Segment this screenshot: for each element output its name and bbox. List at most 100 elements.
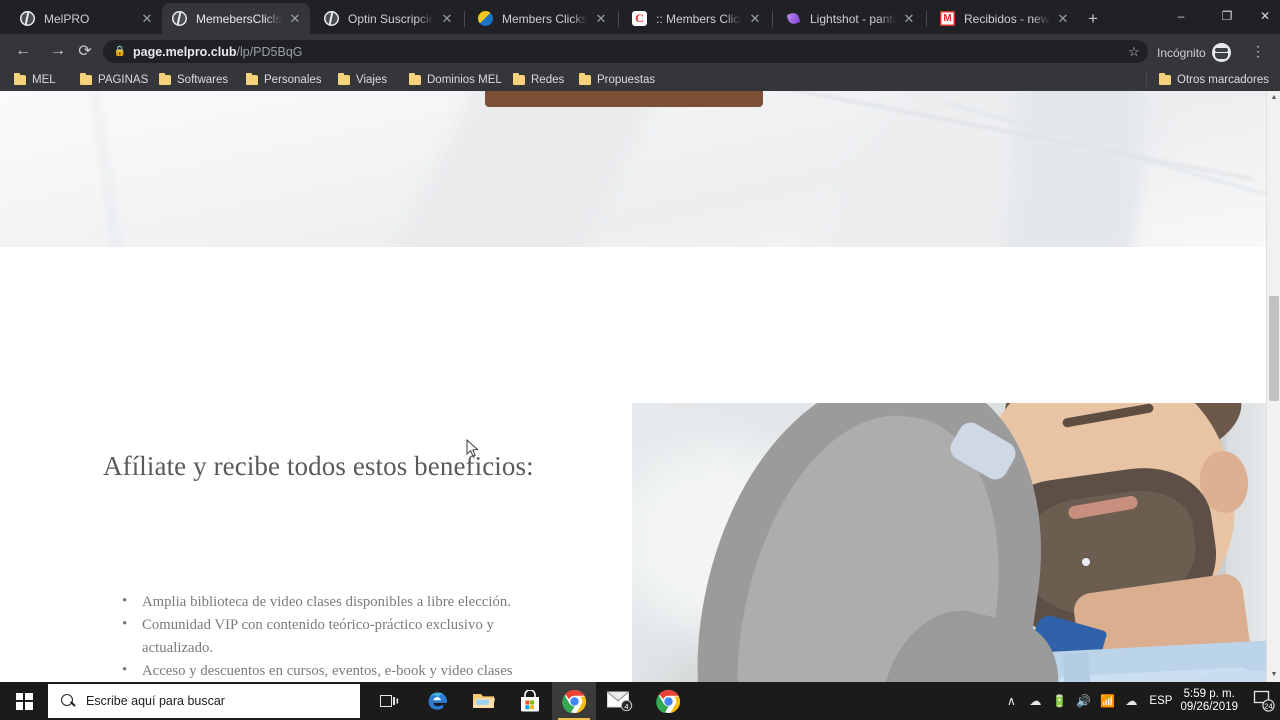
hero-cta-button[interactable] (485, 91, 763, 107)
browser-menu-icon[interactable]: ⋮ (1251, 42, 1265, 60)
tab-strip: MelPRO ✕ MemebersClicls ✕ Optin Suscripc… (0, 0, 1280, 34)
cloud-sync-icon[interactable]: ☁ (1119, 694, 1143, 708)
tab-title: Recibidos - news@ (964, 11, 1050, 26)
start-button[interactable] (0, 682, 48, 720)
bookmark-dominios-mel[interactable]: Dominios MEL (405, 71, 506, 89)
bookmark-label: Softwares (177, 74, 229, 86)
folder-icon (579, 73, 591, 85)
browser-tab-members-clicks[interactable]: Members Clicks | A ✕ (468, 3, 616, 34)
language-indicator[interactable]: ESP (1149, 695, 1172, 707)
task-view-icon (380, 695, 399, 707)
volume-icon[interactable]: 🔊 (1071, 694, 1095, 708)
window-minimize-button[interactable]: – (1158, 0, 1204, 32)
bookmark-propuestas[interactable]: Propuestas (575, 71, 659, 89)
tray-chevron-icon[interactable]: ∧ (999, 694, 1023, 708)
folder-icon (246, 73, 258, 85)
forward-button[interactable]: → (45, 38, 71, 64)
tab-close-icon[interactable]: ✕ (138, 10, 156, 28)
browser-tab-recibidos[interactable]: Recibidos - news@ ✕ (930, 3, 1078, 34)
globe-icon (324, 10, 340, 27)
bookmark-softwares[interactable]: Softwares (155, 71, 232, 89)
edge-button[interactable] (416, 682, 460, 720)
tab-close-icon[interactable]: ✕ (900, 10, 918, 28)
globe-icon (172, 10, 188, 27)
taskbar-clock[interactable]: 5:59 p. m. 09/26/2019 (1180, 688, 1238, 714)
browser-tab-optin-suscripcion[interactable]: Optin Suscripción ✕ (314, 3, 462, 34)
task-view-button[interactable] (368, 682, 412, 720)
tab-close-icon[interactable]: ✕ (592, 10, 610, 28)
tab-separator (464, 11, 465, 27)
other-bookmarks-label: Otros marcadores (1177, 74, 1270, 86)
browser-tab-melpro[interactable]: MelPRO ✕ (10, 3, 162, 34)
benefits-list: Amplia biblioteca de video clases dispon… (122, 590, 522, 682)
folder-icon (338, 73, 350, 85)
tab-title: MelPRO (44, 11, 90, 26)
battery-icon[interactable]: 🔋 (1047, 694, 1071, 708)
action-center-button[interactable]: 24 (1248, 690, 1280, 712)
lock-icon: 🔒 (113, 46, 127, 57)
browser-tab-lightshot[interactable]: Lightshot - pantal ✕ (776, 3, 924, 34)
tab-title: Lightshot - pantal (810, 11, 896, 26)
browser-toolbar: ← → ⟳ 🔒 page.melpro.club/lp/PD5BqG ☆ Inc… (0, 34, 1280, 68)
chrome-icon (655, 689, 680, 713)
incognito-spy-icon (1211, 43, 1231, 62)
other-bookmarks-button[interactable]: Otros marcadores (1155, 71, 1273, 89)
chrome-button[interactable] (552, 682, 596, 720)
folder-icon (409, 73, 421, 85)
taskbar-search-input[interactable]: Escribe aquí para buscar (48, 684, 360, 718)
tab-title: Optin Suscripción (348, 11, 434, 26)
tab-close-icon[interactable]: ✕ (1054, 10, 1072, 28)
bookmark-label: MEL (32, 74, 56, 86)
page-viewport: Afíliate y recibe todos estos beneficios… (0, 91, 1280, 682)
bookmark-viajes[interactable]: Viajes (334, 71, 391, 89)
file-explorer-button[interactable] (462, 682, 506, 720)
tab-separator (618, 11, 619, 27)
browser-window: MelPRO ✕ MemebersClicls ✕ Optin Suscripc… (0, 0, 1280, 682)
microsoft-store-button[interactable] (508, 682, 552, 720)
incognito-indicator[interactable]: Incógnito (1157, 43, 1231, 62)
bookmarks-separator (1146, 72, 1147, 87)
back-button[interactable]: ← (10, 38, 36, 64)
reload-button[interactable]: ⟳ (72, 38, 98, 64)
folder-icon (1159, 73, 1171, 85)
wifi-icon[interactable]: 📶 (1095, 694, 1119, 708)
bookmark-personales[interactable]: Personales (242, 71, 326, 89)
tab-close-icon[interactable]: ✕ (746, 10, 764, 28)
window-close-button[interactable]: ✕ (1250, 0, 1280, 32)
list-item: Amplia biblioteca de video clases dispon… (122, 590, 522, 613)
folder-icon (473, 694, 495, 708)
browser-tab-members-clicks-admin[interactable]: :: Members Clicks ✕ (622, 3, 770, 34)
list-item: Comunidad VIP con contenido teórico-prác… (122, 613, 522, 659)
red-c-icon (632, 10, 648, 27)
bookmark-label: Personales (264, 74, 322, 86)
bookmark-mel[interactable]: MEL (10, 71, 60, 89)
bookmark-paginas[interactable]: PAGINAS (76, 71, 152, 89)
chrome-secondary-button[interactable] (646, 682, 690, 720)
address-bar-url: page.melpro.club/lp/PD5BqG (133, 45, 303, 59)
browser-tab-memebersclicls[interactable]: MemebersClicls ✕ (162, 3, 310, 34)
url-domain: page.melpro.club (133, 44, 237, 59)
bookmark-star-icon[interactable]: ☆ (1122, 40, 1146, 63)
onedrive-icon[interactable]: ☁ (1023, 694, 1047, 708)
scroll-up-arrow-icon[interactable]: ▲ (1267, 91, 1280, 105)
scroll-down-arrow-icon[interactable]: ▼ (1267, 668, 1280, 682)
tab-close-icon[interactable]: ✕ (438, 10, 456, 28)
bookmark-label: Dominios MEL (427, 74, 502, 86)
scrollbar-thumb[interactable] (1269, 296, 1279, 401)
page-scrollbar[interactable]: ▲ ▼ (1266, 91, 1280, 682)
clock-date: 09/26/2019 (1180, 701, 1238, 713)
tab-title: :: Members Clicks (656, 11, 742, 26)
folder-icon (159, 73, 171, 85)
incognito-label: Incógnito (1157, 45, 1206, 60)
notification-count: 24 (1264, 701, 1272, 710)
address-bar[interactable]: 🔒 page.melpro.club/lp/PD5BqG (103, 40, 1148, 63)
new-tab-button[interactable]: + (1082, 8, 1104, 30)
mail-button[interactable]: 4 (598, 682, 642, 720)
chrome-icon (561, 689, 586, 713)
window-maximize-button[interactable]: ❐ (1204, 0, 1250, 32)
bookmark-label: Propuestas (597, 74, 656, 86)
tab-title: MemebersClicls (196, 11, 282, 26)
tab-close-icon[interactable]: ✕ (286, 10, 304, 28)
globe-icon (20, 10, 36, 27)
bookmark-redes[interactable]: Redes (509, 71, 568, 89)
